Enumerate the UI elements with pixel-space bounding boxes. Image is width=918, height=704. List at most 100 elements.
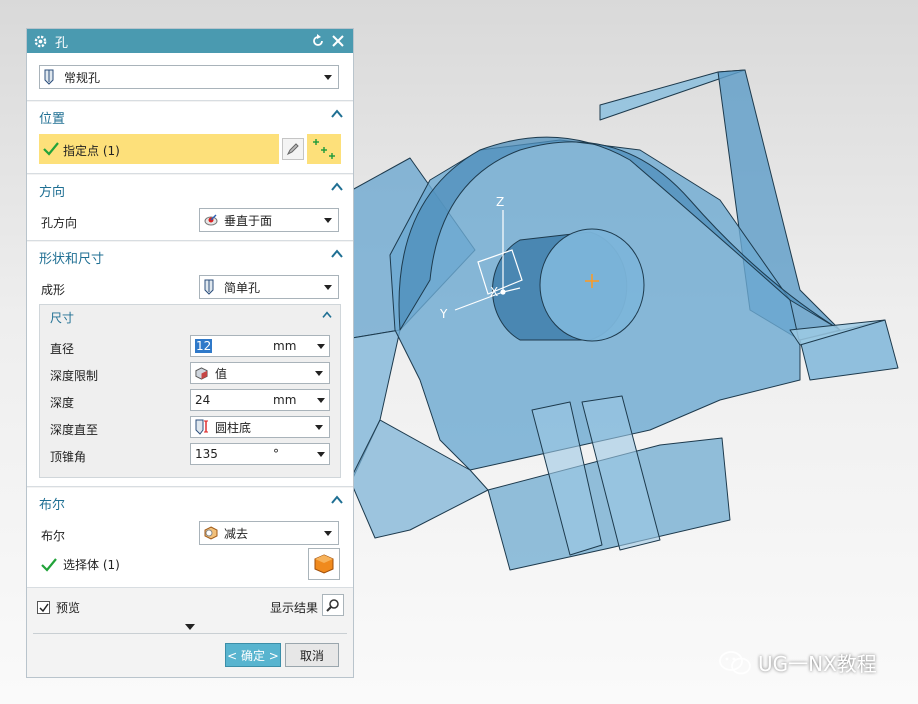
dimensions-header[interactable]: 尺寸 — [40, 305, 340, 327]
depth-input[interactable]: 24 mm — [190, 389, 330, 411]
form-select[interactable]: 简单孔 — [199, 275, 339, 299]
tip-angle-label: 顶锥角 — [50, 450, 87, 464]
position-section: 位置 指定点 (1) — [27, 102, 353, 174]
chevron-down-icon[interactable] — [317, 397, 325, 403]
depth-unit: mm — [273, 393, 297, 407]
tip-angle-value: 135 — [195, 447, 218, 461]
boolean-header[interactable]: 布尔 — [27, 488, 353, 514]
dialog-title: 孔 — [55, 35, 69, 51]
hole-direction-label: 孔方向 — [41, 216, 78, 230]
chevron-down-icon — [315, 370, 323, 376]
axis-x-label: X — [490, 285, 498, 299]
show-result-label: 显示结果 — [270, 601, 319, 615]
simple-hole-icon — [204, 279, 218, 295]
diameter-input[interactable]: 12 mm — [190, 335, 330, 357]
solid-body-icon — [314, 554, 334, 574]
depth-limit-value: 值 — [215, 366, 228, 381]
reset-icon — [313, 34, 323, 46]
points-icon — [313, 139, 335, 159]
hole-direction-select[interactable]: 垂直于面 — [199, 208, 339, 232]
type-section: 常规孔 — [27, 53, 353, 101]
tip-angle-input[interactable]: 135 ° — [190, 443, 330, 465]
chevron-down-icon — [324, 74, 332, 80]
reset-button[interactable] — [309, 32, 327, 50]
select-body-label: 选择体 (1) — [63, 558, 120, 572]
chevron-up-icon[interactable] — [331, 495, 343, 505]
hole-dialog: 孔 常规孔 位置 指定点 (1) 方向 孔方向 垂直于面 形状和尺寸 成形 简单… — [26, 28, 354, 678]
chevron-down-icon — [324, 530, 332, 536]
watermark-text: UG一NX教程 — [758, 652, 877, 676]
preview-label: 预览 — [56, 601, 81, 615]
chevron-down-icon[interactable] — [317, 451, 325, 457]
dialog-titlebar: 孔 — [27, 29, 353, 53]
expand-more-icon[interactable] — [185, 624, 195, 630]
chevron-up-icon[interactable] — [331, 182, 343, 192]
chevron-down-icon — [315, 424, 323, 430]
preview-checkbox[interactable] — [37, 601, 50, 614]
axis-z-label: Z — [496, 195, 504, 209]
depth-to-value: 圆柱底 — [215, 420, 252, 435]
footer-divider — [33, 633, 347, 634]
normal-to-face-icon — [204, 212, 218, 228]
section-title: 方向 — [39, 185, 66, 200]
form-label: 成形 — [41, 283, 66, 297]
depth-limit-select[interactable]: 值 — [190, 362, 330, 384]
dimensions-title: 尺寸 — [50, 311, 75, 325]
depth-value: 24 — [195, 393, 211, 407]
ok-button[interactable]: < 确定 > — [225, 643, 281, 667]
checkmark-icon — [38, 603, 49, 612]
check-icon — [43, 142, 59, 156]
chevron-down-icon — [324, 217, 332, 223]
chevron-up-icon[interactable] — [331, 109, 343, 119]
value-cube-icon — [195, 365, 209, 381]
diameter-label: 直径 — [50, 342, 75, 356]
depth-to-label: 深度直至 — [50, 423, 99, 437]
section-title: 形状和尺寸 — [39, 252, 105, 267]
hole-type-value: 常规孔 — [64, 70, 101, 85]
sketch-section-button[interactable] — [282, 138, 304, 160]
section-title: 布尔 — [39, 498, 66, 513]
boolean-select[interactable]: 减去 — [199, 521, 339, 545]
section-title: 位置 — [39, 112, 66, 127]
diameter-value: 12 — [195, 339, 213, 353]
show-result-button[interactable] — [322, 594, 344, 616]
form-value: 简单孔 — [224, 280, 261, 295]
depth-label: 深度 — [50, 396, 75, 410]
hole-type-select[interactable]: 常规孔 — [39, 65, 339, 89]
wechat-icon — [719, 650, 751, 674]
boolean-label: 布尔 — [41, 529, 66, 543]
shape-section: 形状和尺寸 成形 简单孔 尺寸 直径 12 mm 深度限制 值 深度 24 mm… — [27, 242, 353, 487]
position-header[interactable]: 位置 — [27, 102, 353, 128]
hole-type-icon — [44, 69, 58, 85]
subtract-icon — [204, 525, 218, 541]
select-body-row[interactable]: 选择体 (1) — [41, 556, 120, 573]
chevron-down-icon — [324, 284, 332, 290]
cylinder-bottom-icon — [195, 419, 209, 435]
watermark: UG一NX教程 — [718, 648, 877, 677]
chevron-up-icon[interactable] — [322, 311, 332, 319]
direction-header[interactable]: 方向 — [27, 175, 353, 201]
specify-point-label: 指定点 (1) — [63, 144, 120, 158]
chevron-down-icon[interactable] — [317, 343, 325, 349]
depth-to-select[interactable]: 圆柱底 — [190, 416, 330, 438]
shape-header[interactable]: 形状和尺寸 — [27, 242, 353, 268]
close-icon — [332, 35, 344, 47]
close-button[interactable] — [329, 32, 347, 50]
axis-y-label: Y — [439, 307, 448, 321]
check-icon — [41, 557, 57, 572]
cancel-button[interactable]: 取消 — [285, 643, 339, 667]
point-dialog-button[interactable] — [307, 134, 341, 164]
direction-section: 方向 孔方向 垂直于面 — [27, 175, 353, 241]
boolean-section: 布尔 布尔 减去 选择体 (1) — [27, 488, 353, 588]
boolean-value: 减去 — [224, 526, 249, 541]
gear-icon — [33, 33, 49, 49]
sketch-icon — [286, 143, 299, 156]
specify-point-row[interactable]: 指定点 (1) — [39, 134, 279, 164]
magnifier-icon — [326, 599, 339, 612]
dimensions-panel: 尺寸 直径 12 mm 深度限制 值 深度 24 mm 深度直至 圆柱底 顶锥角… — [39, 304, 341, 478]
chevron-up-icon[interactable] — [331, 249, 343, 259]
preview-checkbox-row[interactable]: 预览 — [37, 599, 80, 616]
diameter-unit: mm — [273, 339, 297, 353]
select-body-button[interactable] — [308, 548, 340, 580]
hole-direction-value: 垂直于面 — [224, 213, 273, 228]
